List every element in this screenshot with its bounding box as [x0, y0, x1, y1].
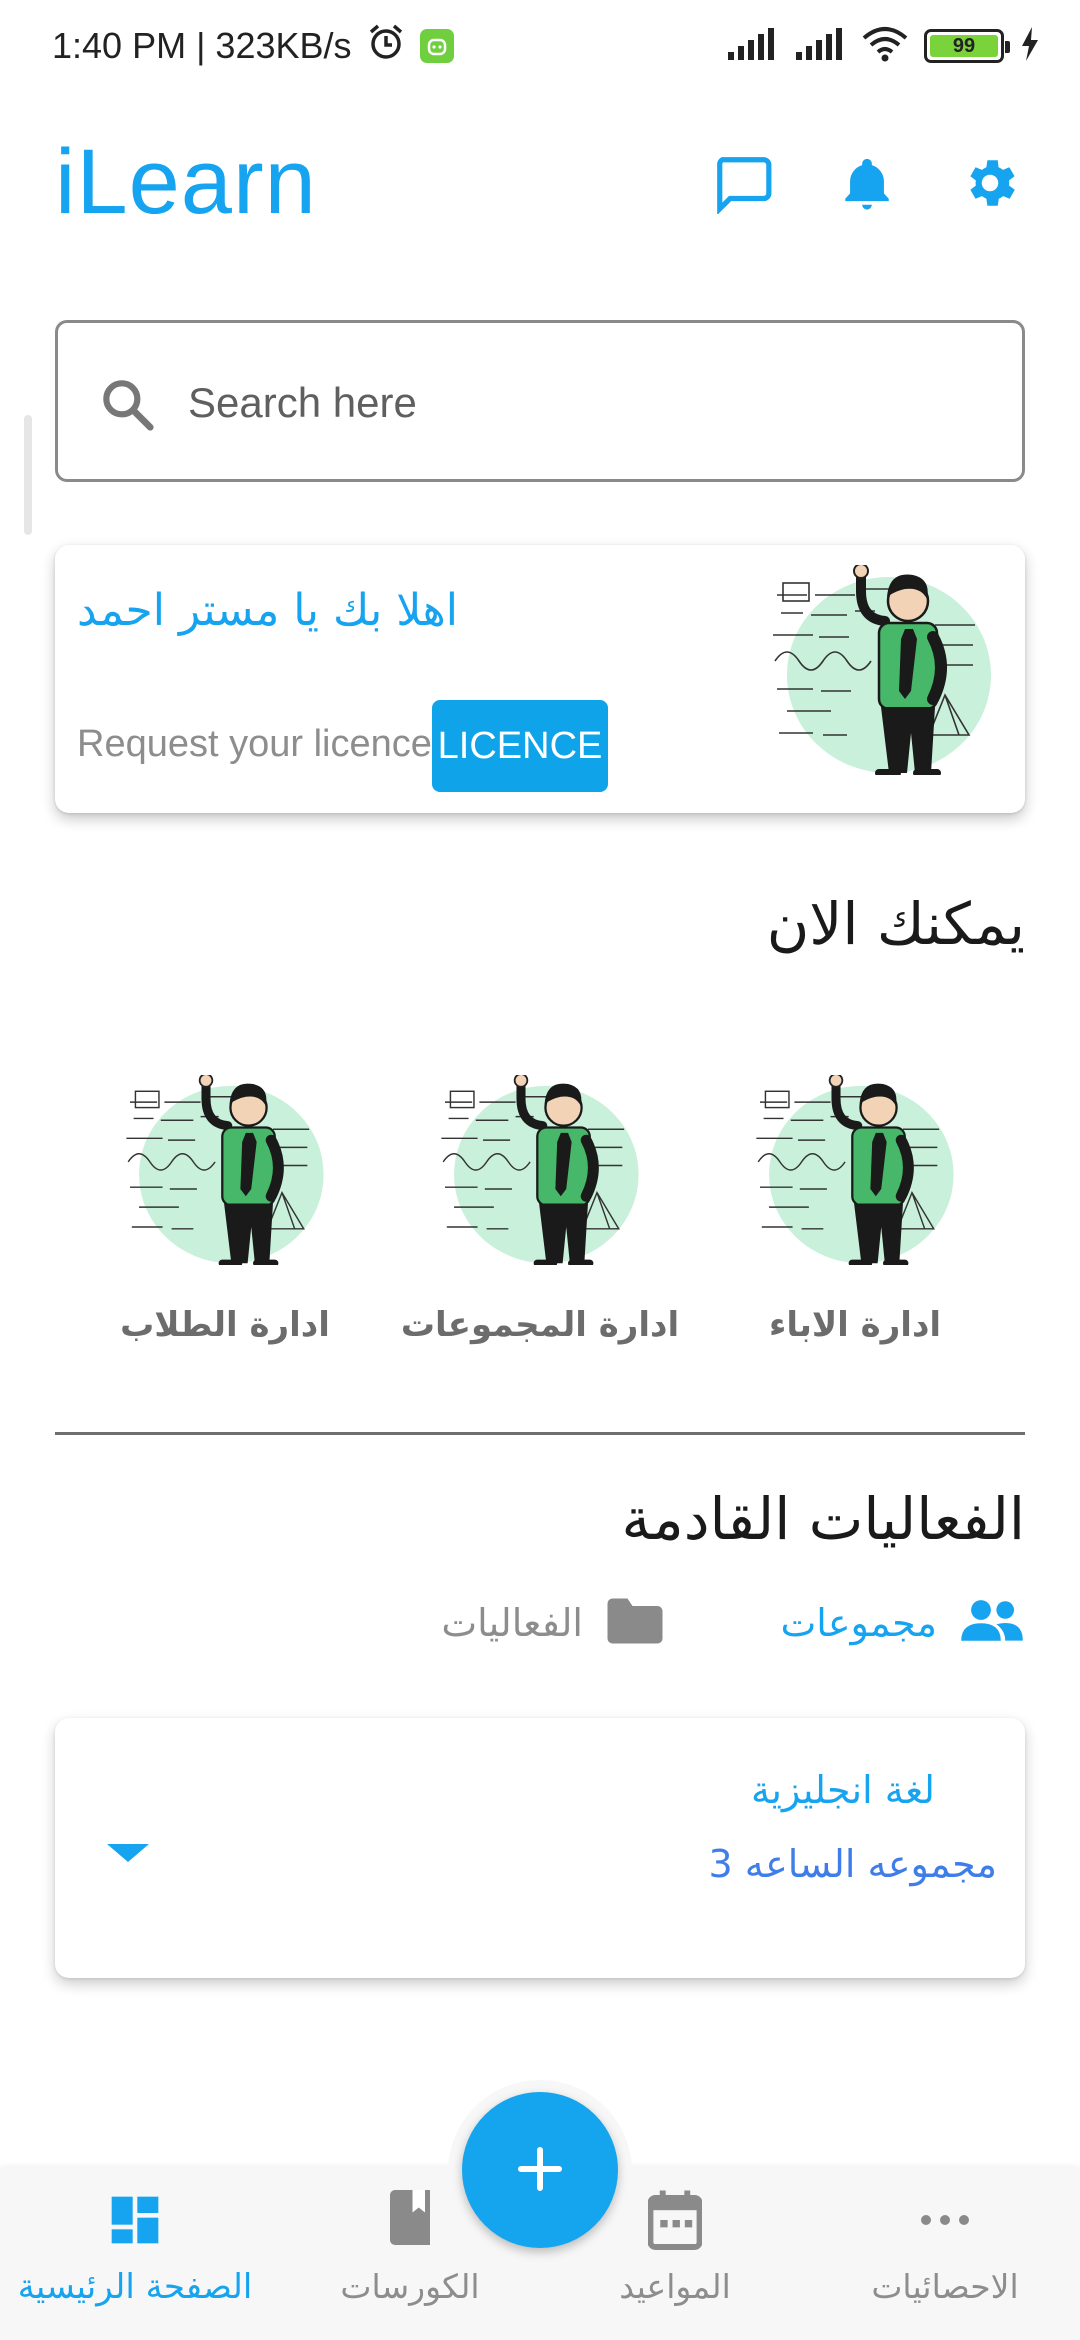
status-time-speed: 1:40 PM | 323KB/s: [52, 25, 352, 66]
nav-home[interactable]: الصفحة الرئيسية: [0, 2185, 270, 2335]
bell-icon[interactable]: [832, 148, 902, 218]
nav-courses[interactable]: الكورسات: [275, 2185, 545, 2335]
licence-button[interactable]: LICENCE: [432, 700, 608, 792]
welcome-greeting: اهلا بك يا مستر احمد: [77, 585, 458, 636]
feature-label: ادارة الطلاب: [120, 1305, 330, 1345]
scroll-indicator: [24, 415, 32, 535]
event-card[interactable]: لغة انجليزية مجموعه الساعه 3: [55, 1718, 1025, 1978]
status-right: 99: [726, 20, 1040, 72]
teacher-illustration: [750, 1075, 960, 1265]
nav-label: الكورسات: [340, 2267, 480, 2306]
status-bar: 1:40 PM | 323KB/s 99: [0, 0, 1080, 92]
battery-level: 99: [930, 35, 998, 57]
tab-events[interactable]: الفعاليات: [441, 1590, 665, 1656]
features-heading: يمكنك الان: [766, 890, 1025, 958]
event-subtitle: مجموعه الساعه 3: [708, 1842, 997, 1886]
more-icon: [915, 2185, 975, 2255]
chat-icon[interactable]: [708, 148, 778, 218]
nav-appointments[interactable]: المواعيد: [540, 2185, 810, 2335]
alarm-icon: [366, 22, 406, 71]
signal-icon-2: [794, 28, 846, 64]
android-badge-icon: [419, 29, 454, 63]
nav-label: المواعيد: [619, 2267, 731, 2306]
teacher-illustration: [767, 565, 997, 775]
search-icon: [96, 373, 158, 435]
feature-manage-parents[interactable]: ادارة الاباء: [705, 1065, 1005, 1365]
dashboard-icon: [105, 2185, 165, 2255]
settings-gear-icon[interactable]: [955, 148, 1025, 218]
signal-icon: [726, 28, 778, 64]
app-title: iLearn: [55, 131, 317, 233]
charging-icon: [1020, 27, 1040, 65]
event-title: لغة انجليزية: [751, 1768, 935, 1812]
licence-hint: Request your licence: [77, 723, 432, 765]
expand-arrow-icon[interactable]: [103, 1830, 153, 1870]
section-divider: [55, 1432, 1025, 1435]
feature-label: ادارة الاباء: [768, 1305, 942, 1345]
tab-label: الفعاليات: [441, 1601, 583, 1645]
status-left: 1:40 PM | 323KB/s: [52, 20, 454, 72]
nav-label: الاحصائيات: [871, 2267, 1019, 2306]
groups-icon: [959, 1596, 1025, 1650]
battery-icon: 99: [924, 29, 1010, 63]
events-heading: الفعاليات القادمة: [621, 1485, 1025, 1553]
tab-label: مجموعات: [780, 1601, 937, 1645]
search-input[interactable]: [188, 363, 988, 443]
welcome-card: اهلا بك يا مستر احمد Request your licenc…: [55, 545, 1025, 813]
nav-statistics[interactable]: الاحصائيات: [810, 2185, 1080, 2335]
feature-manage-students[interactable]: ادارة الطلاب: [75, 1065, 375, 1365]
book-icon: [380, 2185, 440, 2255]
nav-label: الصفحة الرئيسية: [17, 2267, 253, 2307]
wifi-icon: [862, 26, 908, 66]
folder-icon: [605, 1596, 665, 1650]
feature-manage-groups[interactable]: ادارة المجموعات: [390, 1065, 690, 1365]
feature-label: ادارة المجموعات: [400, 1305, 680, 1345]
search-box[interactable]: [55, 320, 1025, 482]
calendar-icon: [645, 2185, 705, 2255]
teacher-illustration: [435, 1075, 645, 1265]
teacher-illustration: [120, 1075, 330, 1265]
tab-groups[interactable]: مجموعات: [780, 1590, 1025, 1656]
